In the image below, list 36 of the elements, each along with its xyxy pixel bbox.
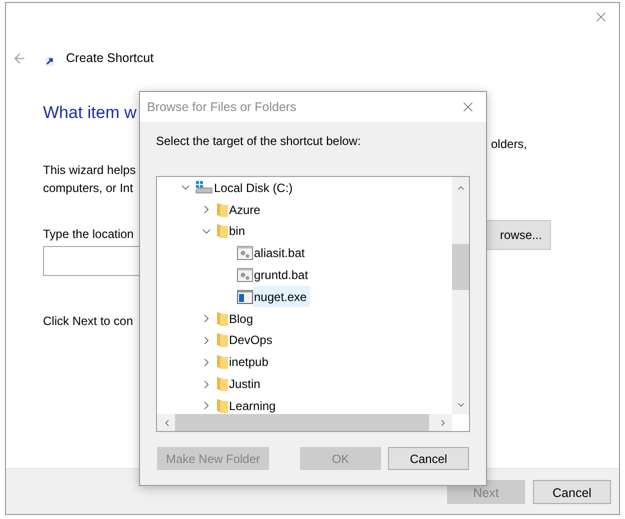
- folder-icon: [216, 398, 228, 413]
- folder-icon: [216, 202, 228, 218]
- field-label: Type the location: [43, 227, 134, 241]
- gears-file-icon: [237, 246, 253, 260]
- vertical-scrollbar[interactable]: [452, 177, 469, 414]
- intro-text: computers, or Int: [43, 180, 134, 197]
- folder-icon: [216, 354, 228, 370]
- folder-icon: [216, 223, 228, 240]
- drive-icon: [195, 180, 213, 195]
- dialog-button[interactable]: Cancel: [388, 447, 469, 470]
- tree-item[interactable]: Local Disk (C:): [213, 177, 296, 198]
- folder-icon: [216, 376, 228, 392]
- hint-text: Click Next to con: [43, 314, 134, 328]
- tree-item[interactable]: gruntd.bat: [253, 264, 312, 286]
- tree-item[interactable]: nuget.exe: [253, 286, 310, 308]
- page-heading: What item w: [43, 103, 137, 123]
- tree-item[interactable]: inetpub: [228, 352, 272, 373]
- window-title: Create Shortcut: [66, 51, 154, 65]
- tree-item[interactable]: bin: [228, 220, 248, 242]
- wizard-button[interactable]: Cancel: [533, 480, 611, 504]
- program-file-icon: [237, 290, 253, 304]
- dialog-prompt: Select the target of the shortcut below:: [156, 134, 362, 148]
- gears-file-icon: [237, 268, 253, 282]
- tree-item[interactable]: Justin: [228, 374, 264, 395]
- shortcut-icon: [45, 56, 54, 66]
- tree-item[interactable]: Blog: [228, 308, 256, 330]
- tree-item[interactable]: Learning: [228, 395, 279, 413]
- tree-item[interactable]: Azure: [228, 199, 264, 220]
- tree-item[interactable]: DevOps: [228, 330, 276, 351]
- intro-text: olders,: [491, 137, 528, 151]
- dialog-title: Browse for Files or Folders: [147, 100, 296, 114]
- folder-icon: [216, 332, 228, 348]
- folder-icon: [216, 310, 228, 327]
- scroll-thumb[interactable]: [452, 244, 469, 290]
- intro-text: This wizard helps: [43, 162, 136, 179]
- tree-item[interactable]: aliasit.bat: [253, 242, 308, 264]
